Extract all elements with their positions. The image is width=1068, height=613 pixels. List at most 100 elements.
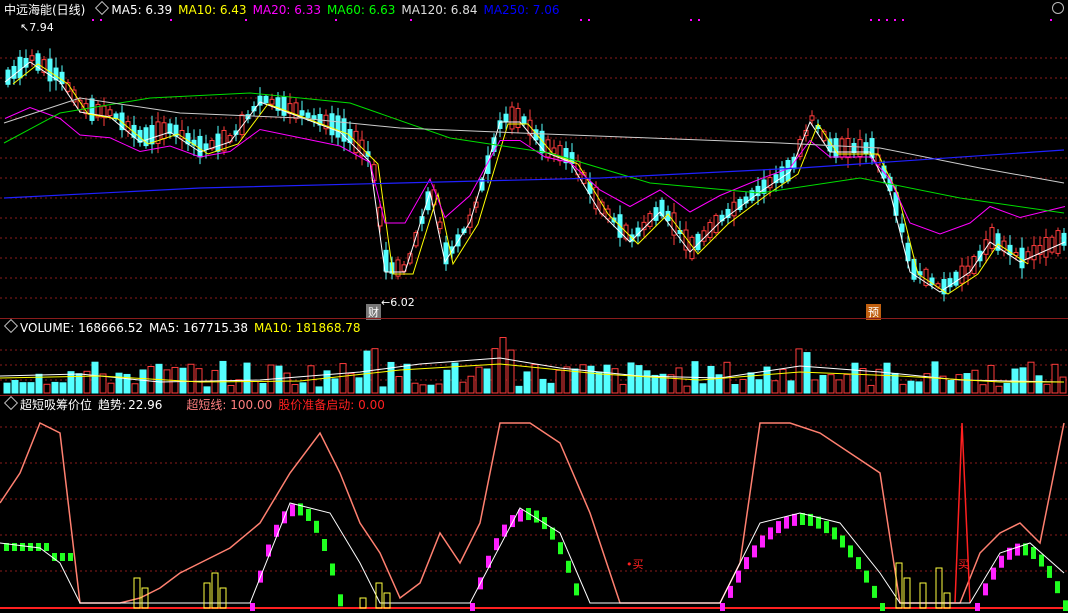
- indicator-name: 超短吸筹价位: [20, 398, 93, 412]
- candle-body: [107, 109, 113, 117]
- volume-bar: [379, 386, 387, 394]
- trend-bar: [68, 553, 73, 561]
- volume-bar: [355, 377, 363, 394]
- stock-title[interactable]: 中远海能(日线): [4, 3, 85, 17]
- volume-bar: [371, 348, 379, 394]
- candle-body: [731, 201, 737, 217]
- trend-bar: [744, 557, 749, 570]
- candle-body: [959, 265, 965, 284]
- main-legend: 中远海能(日线) MA5: 6.39 MA10: 6.43 MA20: 6.33 MA6…: [0, 0, 572, 18]
- trend-bar: [736, 570, 741, 583]
- volume-signal-bar: [359, 597, 367, 609]
- candle-body: [215, 133, 221, 152]
- candle-body: [305, 112, 311, 118]
- volume-bar: [979, 384, 987, 394]
- candle-body: [971, 255, 977, 275]
- volume-bar: [587, 365, 595, 394]
- candle-body: [269, 98, 275, 105]
- volume-bar: [475, 366, 483, 394]
- volume-bar: [347, 373, 355, 394]
- volume-bar: [539, 378, 547, 394]
- volume-bar: [635, 365, 643, 394]
- price-chart[interactable]: [0, 18, 1068, 318]
- candle-body: [989, 227, 995, 249]
- volume-bar: [579, 364, 587, 394]
- collapse-icon[interactable]: [3, 395, 19, 411]
- trend-bar: [999, 555, 1004, 568]
- candle-body: [1031, 245, 1037, 261]
- volume-bar: [1003, 382, 1011, 394]
- volume-chart[interactable]: [0, 336, 1068, 394]
- volume-bar: [403, 363, 411, 394]
- volume-bar: [963, 373, 971, 394]
- trend-bar: [486, 555, 491, 568]
- candle-body: [149, 125, 155, 145]
- trend-bar: [250, 603, 255, 611]
- signal-dot: [886, 19, 888, 21]
- volume-bar: [283, 372, 291, 394]
- candle-body: [263, 95, 269, 104]
- volume-bar: [411, 382, 419, 394]
- trend-bar: [1047, 565, 1052, 578]
- ma-legend-item: MA250: 7.06: [483, 3, 560, 17]
- volume-bar: [395, 376, 403, 394]
- volume-bar: [227, 384, 235, 394]
- volume-bar: [611, 368, 619, 394]
- volume-bar: [595, 371, 603, 394]
- volume-bar: [755, 379, 763, 394]
- volume-bar: [275, 365, 283, 394]
- volume-bar: [819, 375, 827, 394]
- volume-bar: [1027, 361, 1035, 394]
- close-icon[interactable]: [1052, 2, 1064, 14]
- trend-bar: [274, 524, 279, 537]
- candle-body: [185, 133, 191, 145]
- trend-bar: [338, 594, 343, 607]
- volume-bar: [107, 382, 115, 394]
- volume-bar: [619, 383, 627, 394]
- volume-bar: [531, 364, 539, 394]
- volume-bar: [875, 368, 883, 394]
- volume-bar: [571, 368, 579, 394]
- volume-bar: [339, 363, 347, 394]
- volume-signal-bar: [935, 567, 943, 609]
- volume-ma10: MA10: 181868.78: [253, 321, 361, 335]
- candle-body: [1049, 236, 1055, 253]
- high-price-label: ↖7.94: [20, 21, 54, 34]
- trend-bar: [824, 521, 829, 534]
- indicator-chart[interactable]: [0, 413, 1068, 611]
- volume-bar: [859, 368, 867, 394]
- trend-bar: [44, 543, 49, 551]
- trend-bar: [36, 543, 41, 551]
- volume-legend: VOLUME: 168666.52 MA5: 167715.38 MA10: 181…: [0, 318, 367, 336]
- trend-bar: [330, 563, 335, 576]
- trend-bar: [314, 520, 319, 533]
- volume-bar: [51, 381, 59, 394]
- volume-bar: [995, 385, 1003, 394]
- signal-dot: [698, 19, 700, 21]
- trend-bar: [856, 557, 861, 570]
- trend-label: 趋势:: [98, 398, 127, 412]
- volume-bar: [1035, 375, 1043, 394]
- volume-bar: [467, 375, 475, 394]
- volume-bar: [299, 382, 307, 394]
- volume-bar: [291, 384, 299, 394]
- trend-bar: [983, 583, 988, 596]
- collapse-icon[interactable]: [95, 0, 110, 16]
- candle-body: [29, 55, 35, 61]
- trend-bar: [840, 535, 845, 548]
- collapse-icon[interactable]: [3, 318, 19, 334]
- candle-body: [1043, 236, 1049, 258]
- trend-bar: [864, 570, 869, 583]
- volume-signal-bar: [219, 587, 227, 609]
- volume-bar: [787, 380, 795, 394]
- ma250-line: [3, 149, 1065, 199]
- short-line: [0, 421, 1065, 604]
- trend-bar: [1031, 547, 1036, 560]
- volume-bar: [947, 380, 955, 394]
- candle-body: [203, 143, 209, 150]
- candle-body: [503, 113, 509, 123]
- volume-bar: [835, 379, 843, 394]
- volume-bar: [483, 368, 491, 394]
- ma-legend-item: MA20: 6.33: [252, 3, 321, 17]
- candle-body: [515, 107, 521, 129]
